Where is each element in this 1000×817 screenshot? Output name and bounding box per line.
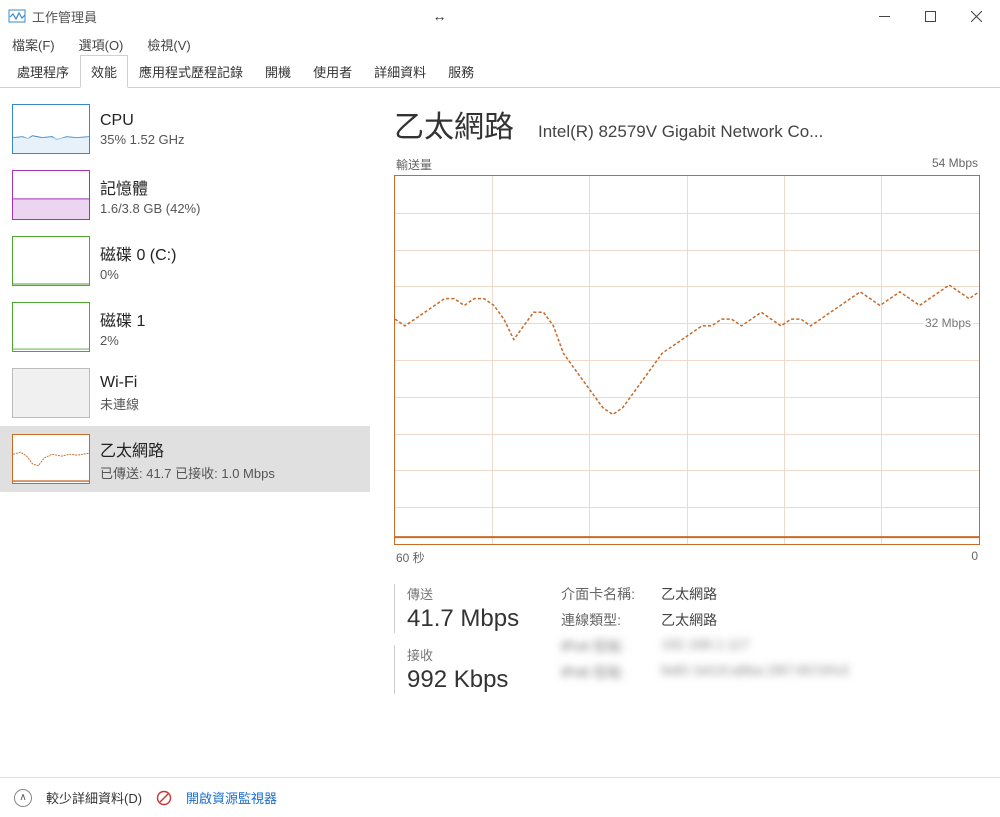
sidebar-disk1-sub: 2%	[100, 333, 358, 348]
sidebar-item-wifi[interactable]: Wi-Fi 未連線	[0, 360, 370, 426]
close-button[interactable]	[954, 0, 1000, 32]
sidebar-cpu-sub: 35% 1.52 GHz	[100, 132, 358, 147]
sidebar-item-ethernet[interactable]: 乙太網路 已傳送: 41.7 已接收: 1.0 Mbps	[0, 426, 370, 492]
menu-file[interactable]: 檔案(F)	[8, 33, 59, 56]
open-resmon-link[interactable]: 開啟資源監視器	[186, 788, 277, 807]
tabbar: 處理程序 效能 應用程式歷程記錄 開機 使用者 詳細資料 服務	[0, 56, 1000, 88]
info-conntype-v: 乙太網路	[661, 610, 717, 630]
chart-label-ymid: 32 Mbps	[923, 316, 973, 330]
sidebar-item-memory[interactable]: 記憶體 1.6/3.8 GB (42%)	[0, 162, 370, 228]
tab-services[interactable]: 服務	[437, 55, 485, 88]
chevron-up-icon[interactable]: ∧	[14, 789, 32, 807]
info-grid: 介面卡名稱: 乙太網路 連線類型: 乙太網路 IPv4 位址: 192.168.1.1…	[561, 584, 849, 694]
resize-grip-icon[interactable]: ↔	[433, 8, 447, 24]
sidebar-memory-sub: 1.6/3.8 GB (42%)	[100, 201, 358, 216]
adapter-name: Intel(R) 82579V Gigabit Network Co...	[538, 122, 980, 142]
disk0-thumb	[12, 236, 90, 286]
page-title: 乙太網路	[394, 102, 514, 146]
memory-thumb	[12, 170, 90, 220]
minimize-button[interactable]	[862, 0, 908, 32]
maximize-button[interactable]	[908, 0, 954, 32]
sidebar-item-cpu[interactable]: CPU 35% 1.52 GHz	[0, 96, 370, 162]
wifi-thumb	[12, 368, 90, 418]
info-ipv6-k: IPv6 位址:	[561, 662, 649, 682]
chart-label-xright: 0	[971, 549, 978, 566]
info-conntype-k: 連線類型:	[561, 610, 649, 630]
throughput-chart[interactable]: 32 Mbps	[394, 175, 980, 545]
content: CPU 35% 1.52 GHz 記憶體 1.6/3.8 GB (42%) 磁碟…	[0, 88, 1000, 777]
resmon-icon	[156, 790, 172, 806]
app-icon	[8, 7, 26, 25]
chart-label-ymax: 54 Mbps	[932, 156, 978, 173]
info-ipv4-k: IPv4 位址:	[561, 636, 649, 656]
tab-performance[interactable]: 效能	[80, 55, 128, 88]
sidebar: CPU 35% 1.52 GHz 記憶體 1.6/3.8 GB (42%) 磁碟…	[0, 88, 370, 777]
sidebar-cpu-title: CPU	[100, 112, 358, 130]
stat-send-label: 傳送	[407, 584, 519, 603]
tab-users[interactable]: 使用者	[302, 55, 363, 88]
main-panel: 乙太網路 Intel(R) 82579V Gigabit Network Co.…	[370, 88, 1000, 777]
tab-details[interactable]: 詳細資料	[363, 55, 437, 88]
sidebar-ethernet-title: 乙太網路	[100, 437, 358, 461]
tab-processes[interactable]: 處理程序	[6, 55, 80, 88]
disk1-thumb	[12, 302, 90, 352]
cpu-thumb	[12, 104, 90, 154]
fewer-details-button[interactable]: 較少詳細資料(D)	[46, 788, 142, 807]
stat-send-value: 41.7 Mbps	[407, 605, 519, 633]
menu-options[interactable]: 選項(O)	[75, 33, 128, 56]
sidebar-disk0-sub: 0%	[100, 267, 358, 282]
sidebar-disk0-title: 磁碟 0 (C:)	[100, 241, 358, 265]
sidebar-wifi-title: Wi-Fi	[100, 374, 358, 392]
chart-label-xleft: 60 秒	[396, 549, 425, 566]
tab-startup[interactable]: 開機	[254, 55, 302, 88]
sidebar-item-disk0[interactable]: 磁碟 0 (C:) 0%	[0, 228, 370, 294]
menu-view[interactable]: 檢視(V)	[143, 33, 194, 56]
tab-app-history[interactable]: 應用程式歷程記錄	[128, 55, 254, 88]
stat-recv-label: 接收	[407, 645, 519, 664]
info-ipv4-v: 192.168.1.117	[661, 636, 750, 656]
info-adapter-k: 介面卡名稱:	[561, 584, 649, 604]
window-title: 工作管理員	[32, 7, 97, 26]
window-controls	[862, 0, 1000, 32]
sidebar-wifi-sub: 未連線	[100, 394, 358, 413]
titlebar: 工作管理員 ↔	[0, 0, 1000, 32]
chart-label-throughput: 輸送量	[396, 156, 432, 173]
info-ipv6-v: fe80::b419:a8ba:1f87:857d%3	[661, 662, 849, 682]
menubar: 檔案(F) 選項(O) 檢視(V)	[0, 32, 1000, 56]
footer: ∧ 較少詳細資料(D) 開啟資源監視器	[0, 777, 1000, 817]
sidebar-disk1-title: 磁碟 1	[100, 307, 358, 331]
info-adapter-v: 乙太網路	[661, 584, 717, 604]
sidebar-memory-title: 記憶體	[100, 175, 358, 199]
stat-recv-value: 992 Kbps	[407, 666, 519, 694]
sidebar-item-disk1[interactable]: 磁碟 1 2%	[0, 294, 370, 360]
sidebar-ethernet-sub: 已傳送: 41.7 已接收: 1.0 Mbps	[100, 463, 358, 482]
ethernet-thumb	[12, 434, 90, 484]
